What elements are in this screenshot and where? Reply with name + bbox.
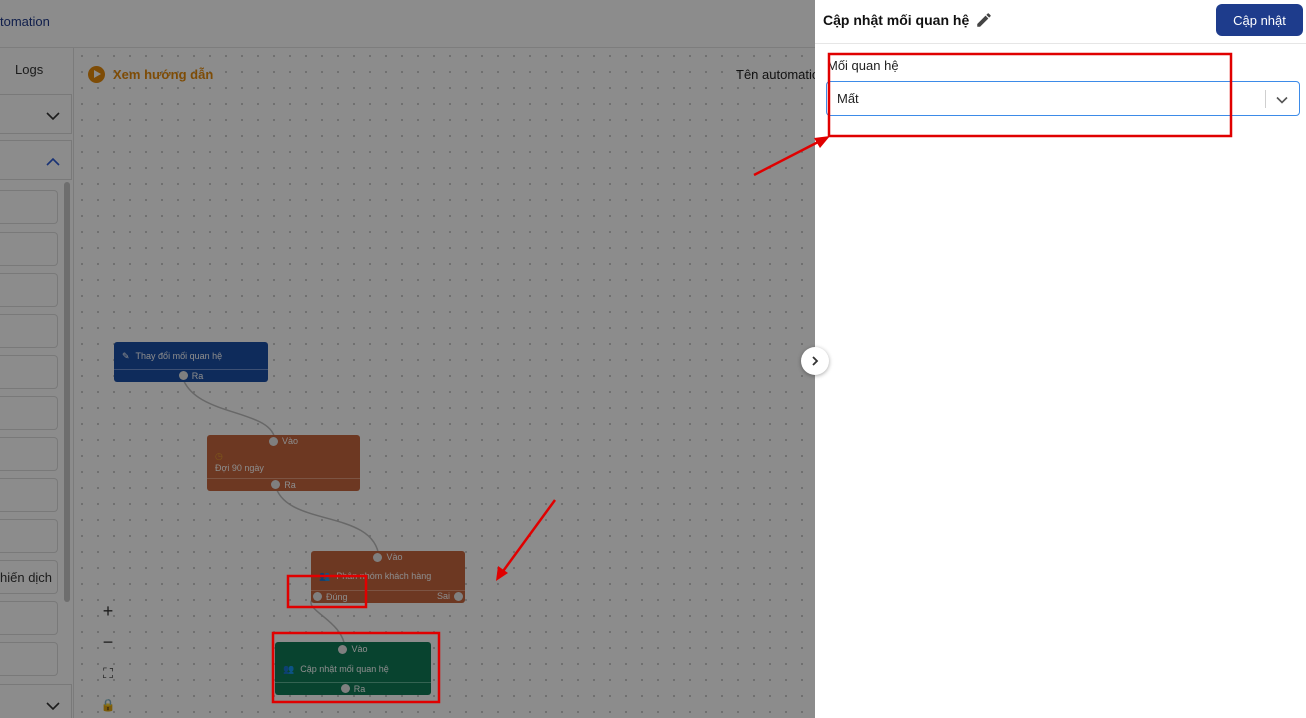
modal-backdrop[interactable] [0,0,815,718]
update-button[interactable]: Cập nhật [1216,4,1303,36]
pencil-icon[interactable] [975,11,993,29]
relationship-select-value: Mất [837,91,859,106]
relationship-select[interactable]: Mất [826,81,1300,116]
select-divider [1265,90,1266,108]
chevron-down-icon[interactable] [1275,93,1289,107]
app-root: tomation Logs hiến dịch Xem hướng dẫn Tê… [0,0,1306,718]
panel-collapse-button[interactable] [801,347,829,375]
side-panel: Cập nhật mối quan hệ Cập nhật Mối quan h… [815,0,1306,718]
relationship-field-label: Mối quan hệ [827,58,899,73]
chevron-right-icon [812,356,819,366]
panel-header: Cập nhật mối quan hệ Cập nhật [815,0,1306,44]
panel-title: Cập nhật mối quan hệ [823,12,970,28]
